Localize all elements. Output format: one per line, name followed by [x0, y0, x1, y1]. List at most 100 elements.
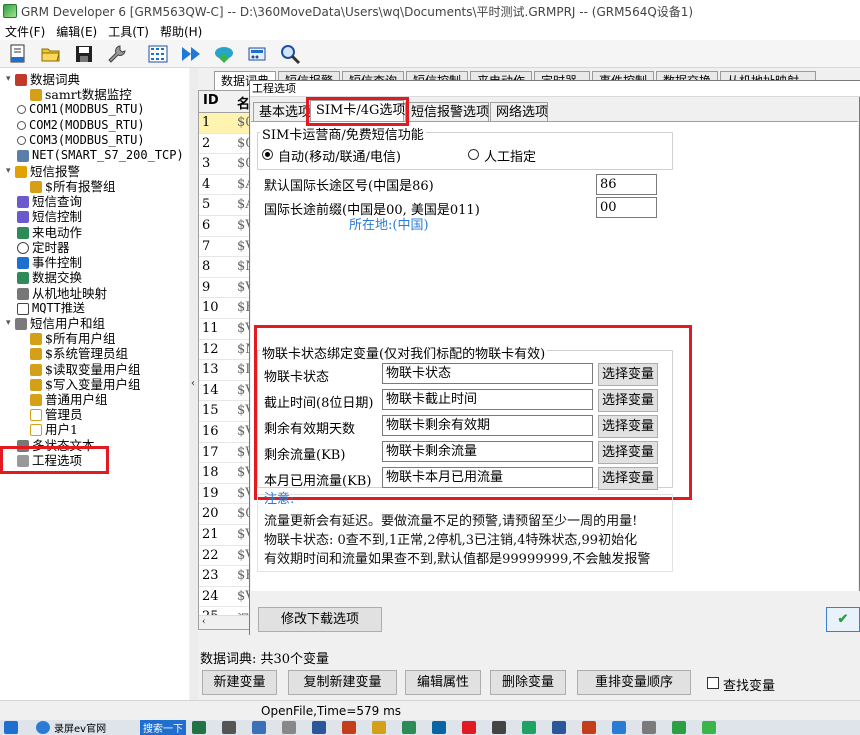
find-variable-label[interactable]: 查找变量 [723, 675, 775, 694]
title-bar: GRM Developer 6 [GRM563QW-C] -- D:\360Mo… [0, 0, 860, 22]
highlight-sim-tab [306, 97, 409, 126]
tree-item-data-dictionary[interactable]: ▾ 数据词典 [6, 72, 80, 87]
app-logo-icon [3, 4, 17, 18]
open-folder-icon[interactable] [39, 42, 63, 66]
app-icon[interactable] [222, 721, 236, 734]
modify-download-options-button[interactable]: 修改下载选项 [258, 607, 382, 632]
grid-icon[interactable] [146, 42, 170, 66]
tree-item-sms-control[interactable]: 短信控制 [17, 209, 82, 224]
scroll-left-icon[interactable]: ‹ [202, 617, 206, 627]
app-icon[interactable] [492, 721, 506, 734]
app-icon[interactable] [582, 721, 596, 734]
tree-item-sms-users[interactable]: ▾ 短信用户和组 [6, 316, 105, 331]
collapse-arrow-icon[interactable]: ‹ [191, 378, 195, 389]
wechat-icon[interactable] [522, 721, 536, 734]
tree-item-call-action[interactable]: 来电动作 [17, 225, 82, 240]
grm-icon[interactable] [702, 721, 716, 734]
note-line-2: 物联卡状态: 0查不到,1正常,2停机,3已注销,4特殊状态,99初始化 [264, 533, 638, 548]
find-variable-checkbox[interactable] [707, 677, 719, 689]
country-code-label: 默认国际长途区号(中国是86) [264, 179, 434, 194]
status-bar: OpenFile,Time=579 ms [0, 700, 860, 720]
tree-item-admin-group[interactable]: $系统管理员组 [30, 346, 128, 361]
radio-auto-label[interactable]: 自动(移动/联通/电信) [278, 146, 401, 165]
folder-icon[interactable] [372, 721, 386, 734]
radio-manual-label[interactable]: 人工指定 [484, 146, 536, 165]
search-icon[interactable] [278, 42, 302, 66]
tree-item-normal-group[interactable]: 普通用户组 [30, 392, 108, 407]
word-icon[interactable] [312, 721, 326, 734]
tree-item-admin-user[interactable]: 管理员 [30, 407, 83, 422]
row-id: 18 [202, 465, 219, 481]
menu-file[interactable]: 文件(F) [0, 23, 51, 40]
new-file-icon[interactable] [6, 42, 30, 66]
tree-item-mqtt[interactable]: MQTT推送 [17, 301, 85, 316]
tree-item-com1[interactable]: COM1(MODBUS_RTU) [17, 102, 145, 117]
dialog-footer: 修改下载选项 ✔ [250, 591, 860, 635]
tree-item-sms-alarm[interactable]: ▾ 短信报警 [6, 164, 80, 179]
radio-manual[interactable] [468, 149, 479, 160]
tab-network-options[interactable]: 网络选项 [490, 102, 548, 122]
expand-icon[interactable]: ▾ [6, 164, 15, 179]
tab-sms-alarm-options[interactable]: 短信报警选项 [405, 102, 489, 122]
radio-auto[interactable] [262, 149, 273, 160]
new-variable-button[interactable]: 新建变量 [202, 670, 277, 695]
tree-item-all-alarm-groups[interactable]: $所有报警组 [30, 179, 115, 194]
excel-icon[interactable] [192, 721, 206, 734]
tree-item-samrt-monitor[interactable]: samrt数据监控 [30, 87, 132, 102]
splitter[interactable]: ‹ [190, 68, 198, 708]
start-icon[interactable] [4, 721, 18, 734]
app-icon[interactable] [252, 721, 266, 734]
column-header-id[interactable]: ID [203, 93, 219, 108]
prefix-input[interactable]: 00 [596, 197, 657, 218]
row-id: 9 [202, 279, 211, 295]
app-icon[interactable] [402, 721, 416, 734]
app-icon[interactable] [642, 721, 656, 734]
row-id: 12 [202, 341, 219, 357]
expand-icon[interactable]: ▾ [6, 72, 15, 87]
row-id: 7 [202, 238, 211, 254]
tree-item-write-group[interactable]: $写入变量用户组 [30, 377, 140, 392]
tag-icon [30, 393, 42, 406]
menu-tools[interactable]: 工具(T) [103, 23, 155, 40]
sim-options-panel: SIM卡运营商/免费短信功能 自动(移动/联通/电信) 人工指定 默认国际长途区… [251, 121, 858, 591]
tab-basic-options[interactable]: 基本选项 [253, 102, 311, 122]
tree-item-user1[interactable]: 用户1 [30, 422, 78, 437]
tree-item-com3[interactable]: COM3(MODBUS_RTU) [17, 133, 145, 148]
country-code-input[interactable]: 86 [596, 174, 657, 195]
copy-new-variable-button[interactable]: 复制新建变量 [288, 670, 397, 695]
app-icon[interactable] [612, 721, 626, 734]
expand-icon[interactable]: ▾ [6, 316, 15, 331]
app-icon[interactable] [282, 721, 296, 734]
save-icon[interactable] [72, 42, 96, 66]
taskbar-search[interactable]: 搜索一下 [140, 720, 186, 735]
app-icon[interactable] [672, 721, 686, 734]
tree-item-sms-query[interactable]: 短信查询 [17, 194, 82, 209]
menu-help[interactable]: 帮助(H) [155, 23, 208, 40]
fast-forward-icon[interactable] [179, 42, 203, 66]
app-icon[interactable] [462, 721, 476, 734]
tree-item-read-group[interactable]: $读取变量用户组 [30, 362, 140, 377]
word-icon[interactable] [552, 721, 566, 734]
reorder-variables-button[interactable]: 重排变量顺序 [577, 670, 691, 695]
taskbar-item-recorder[interactable]: 录屏ev官网 [54, 720, 106, 735]
delete-variable-button[interactable]: 删除变量 [490, 670, 566, 695]
browser-icon[interactable] [36, 721, 50, 734]
control-icon [17, 210, 29, 223]
download-icon[interactable] [212, 42, 236, 66]
device-icon[interactable] [245, 42, 269, 66]
tree-item-event-control[interactable]: 事件控制 [17, 255, 82, 270]
menu-edit[interactable]: 编辑(E) [51, 23, 103, 40]
tree-item-timer[interactable]: 定时器 [17, 240, 70, 255]
network-icon [17, 149, 29, 162]
tree-item-data-exchange[interactable]: 数据交换 [17, 270, 82, 285]
tree-item-net[interactable]: NET(SMART_S7_200_TCP) [17, 148, 184, 163]
tree-item-all-user-groups[interactable]: $所有用户组 [30, 331, 115, 346]
edit-properties-button[interactable]: 编辑属性 [405, 670, 481, 695]
app-icon[interactable] [432, 721, 446, 734]
tree-item-com2[interactable]: COM2(MODBUS_RTU) [17, 118, 145, 133]
ok-button[interactable]: ✔ [826, 607, 860, 632]
wrench-icon[interactable] [105, 42, 129, 66]
tag-icon [30, 347, 42, 360]
tree-item-slave-map[interactable]: 从机地址映射 [17, 286, 107, 301]
powerpoint-icon[interactable] [342, 721, 356, 734]
